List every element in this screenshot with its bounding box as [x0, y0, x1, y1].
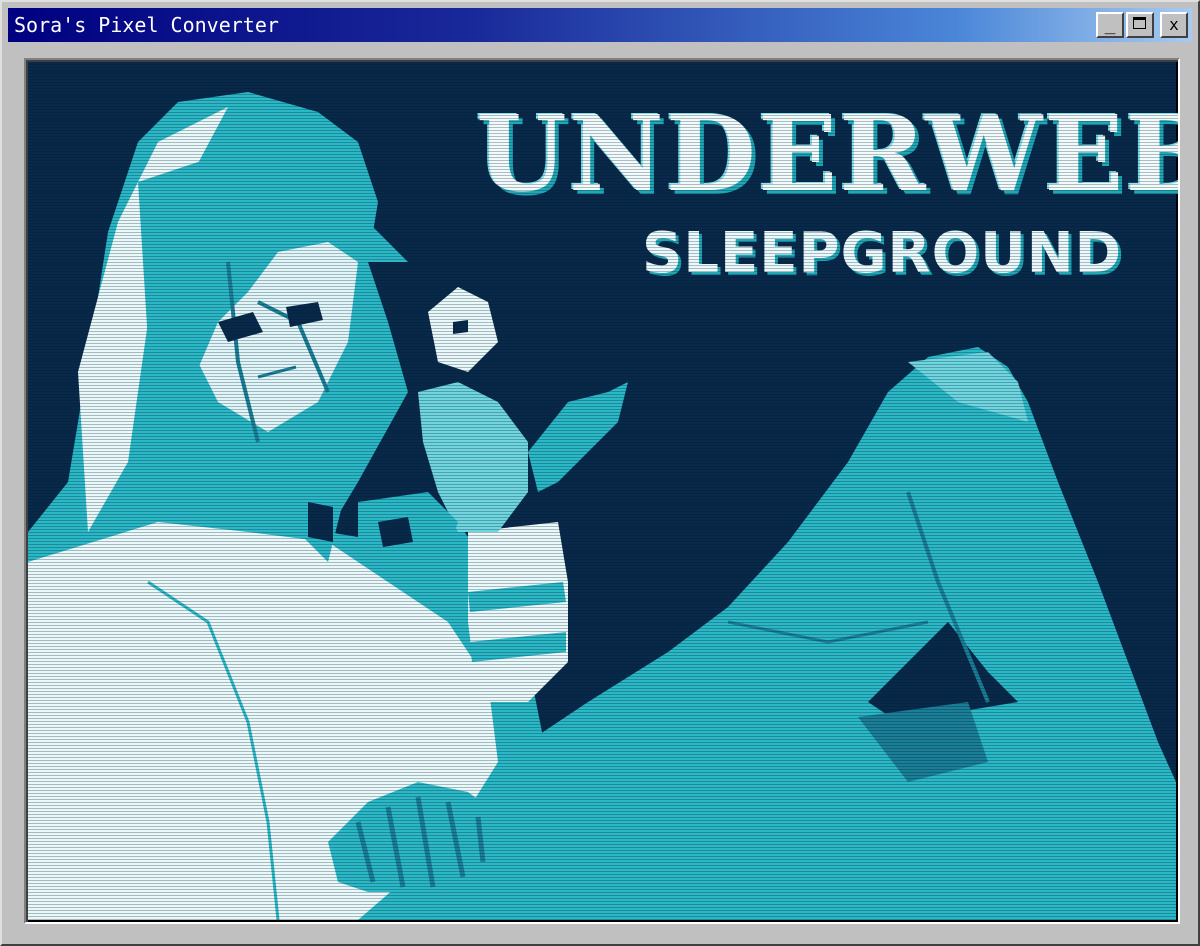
logo-title: UNDERWEB [476, 92, 1178, 215]
title-bar[interactable]: Sora's Pixel Converter _ x [8, 8, 1192, 42]
window-title: Sora's Pixel Converter [14, 13, 279, 37]
creature-eye [453, 320, 468, 334]
minimize-icon: _ [1104, 14, 1116, 35]
pendant [308, 502, 333, 542]
arm-shape [468, 522, 568, 702]
maximize-button[interactable] [1126, 12, 1154, 38]
app-window: Sora's Pixel Converter _ x UNDERWEB SLEE… [0, 0, 1200, 946]
logo-subtitle: SLEEPGROUND [642, 221, 1123, 286]
canvas-frame: UNDERWEB SLEEPGROUND [24, 58, 1180, 924]
close-button[interactable]: x [1160, 12, 1188, 38]
window-controls: _ x [1096, 12, 1188, 38]
canvas-viewport: UNDERWEB SLEEPGROUND [26, 60, 1178, 922]
wristband [378, 517, 413, 547]
minimize-button[interactable]: _ [1096, 12, 1124, 38]
maximize-icon [1133, 17, 1146, 29]
close-icon: x [1169, 15, 1179, 34]
